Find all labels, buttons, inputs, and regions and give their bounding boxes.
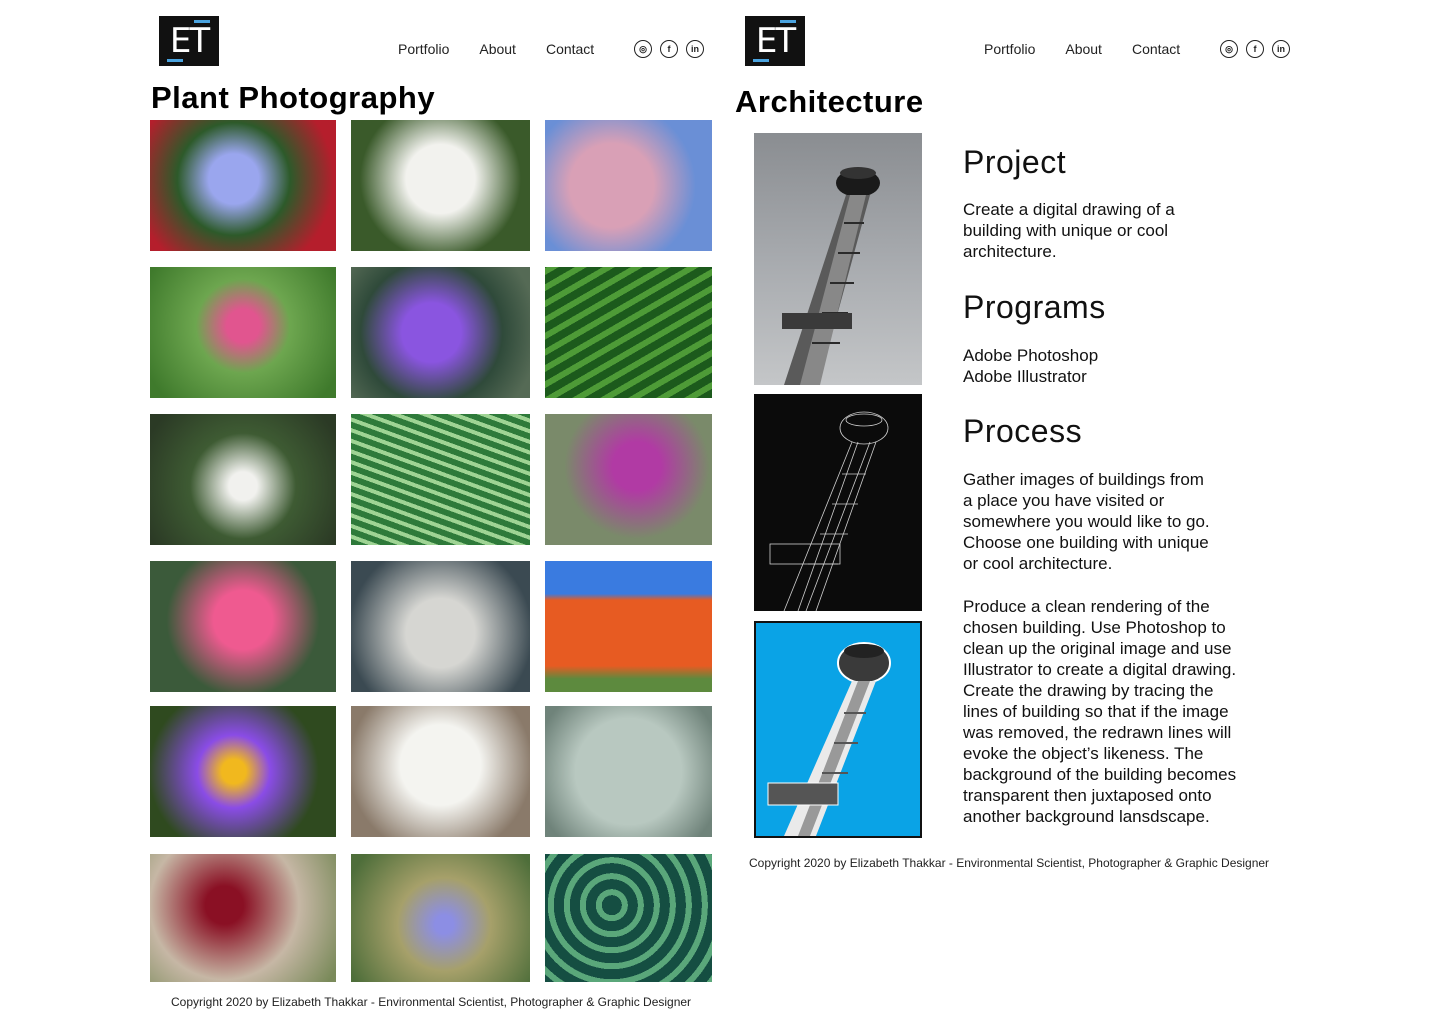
nav-contact[interactable]: Contact xyxy=(546,41,594,57)
plant-photo-white-lilies[interactable] xyxy=(351,120,530,251)
plant-photo-blue-chicory[interactable] xyxy=(351,854,530,982)
line-drawing-image xyxy=(754,394,922,611)
plant-photo-pink-lotus[interactable] xyxy=(150,267,336,398)
programs-text: Adobe Photoshop Adobe Illustrator xyxy=(963,346,1099,386)
architecture-page: ET Portfolio About Contact ◎ f in Archit… xyxy=(720,0,1440,1024)
footer-copyright: Copyright 2020 by Elizabeth Thakkar - En… xyxy=(171,995,692,1009)
digital-drawing-image xyxy=(754,621,922,838)
plant-photo-agave-leaves[interactable] xyxy=(545,706,712,837)
plant-photo-fuzzy-cactus[interactable] xyxy=(351,561,530,692)
programs-heading: Programs xyxy=(963,289,1106,325)
footer-copyright: Copyright 2020 by Elizabeth Thakkar - En… xyxy=(749,856,1270,870)
plant-photo-pink-water-lilies[interactable] xyxy=(150,561,336,692)
plant-photo-blue-plumbago-flowers[interactable] xyxy=(150,120,336,251)
process-text-2: Produce a clean rendering of the chosen … xyxy=(963,597,1237,826)
facebook-icon[interactable]: f xyxy=(660,40,678,58)
plant-photo-orange-aloe-flowers[interactable] xyxy=(545,561,712,692)
nav-about[interactable]: About xyxy=(479,41,516,57)
plant-photo-palm-fronds[interactable] xyxy=(545,267,712,398)
plant-photo-white-spider-lily[interactable] xyxy=(150,414,336,545)
plant-photo-purple-water-lily[interactable] xyxy=(351,267,530,398)
instagram-icon[interactable]: ◎ xyxy=(634,40,652,58)
plant-photo-fan-palm-leaf[interactable] xyxy=(351,414,530,545)
social-links: ◎ f in xyxy=(634,40,704,58)
facebook-icon[interactable]: f xyxy=(1246,40,1264,58)
plant-photo-calathea-leaves[interactable] xyxy=(545,854,712,982)
plant-photo-purple-loosestrife[interactable] xyxy=(545,414,712,545)
page-title: Architecture xyxy=(735,84,924,119)
linkedin-icon[interactable]: in xyxy=(686,40,704,58)
social-links: ◎ f in xyxy=(1220,40,1290,58)
nav-about[interactable]: About xyxy=(1065,41,1102,57)
nav-portfolio[interactable]: Portfolio xyxy=(398,41,449,57)
process-heading: Process xyxy=(963,413,1083,449)
main-nav: Portfolio About Contact xyxy=(398,41,594,57)
page-title: Plant Photography xyxy=(151,80,436,115)
project-text: Create a digital drawing of a building w… xyxy=(963,200,1175,261)
plant-photo-red-geranium[interactable] xyxy=(150,854,336,982)
et-logo[interactable]: ET xyxy=(159,16,219,66)
linkedin-icon[interactable]: in xyxy=(1272,40,1290,58)
main-nav: Portfolio About Contact xyxy=(984,41,1180,57)
plant-photo-pink-cherry-blossoms[interactable] xyxy=(545,120,712,251)
nav-contact[interactable]: Contact xyxy=(1132,41,1180,57)
nav-portfolio[interactable]: Portfolio xyxy=(984,41,1035,57)
plant-photo-purple-lotus[interactable] xyxy=(150,706,336,837)
project-heading: Project xyxy=(963,144,1067,180)
space-needle-photo xyxy=(754,133,922,385)
instagram-icon[interactable]: ◎ xyxy=(1220,40,1238,58)
plant-photo-white-queen-annes-lace[interactable] xyxy=(351,706,530,837)
plant-photography-page: ET Portfolio About Contact ◎ f in Plant … xyxy=(0,0,720,1024)
process-text-1: Gather images of buildings from a place … xyxy=(963,470,1210,573)
et-logo[interactable]: ET xyxy=(745,16,805,66)
